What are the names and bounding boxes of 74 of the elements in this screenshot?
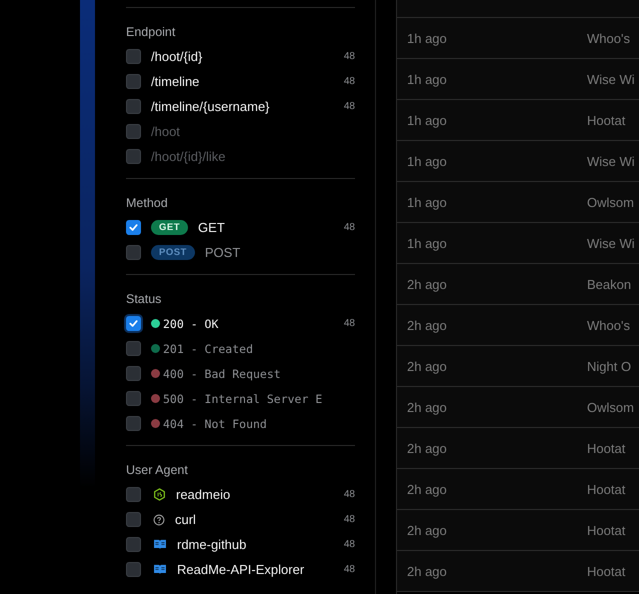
count-label: 48 — [344, 222, 355, 233]
count-label: 48 — [344, 101, 355, 112]
filter-label: readmeio — [176, 487, 232, 502]
table-cell-text: 2h ago — [406, 276, 448, 292]
table-cell-text: 1h ago — [406, 154, 448, 168]
table-cell-text: 2h ago — [406, 400, 448, 414]
table-cell-text: 2h ago — [406, 318, 448, 332]
checkbox[interactable] — [126, 316, 141, 331]
section-title: Endpoint — [126, 24, 176, 41]
count-label: 48 — [344, 514, 355, 525]
count-label: 48 — [344, 76, 355, 87]
help-icon — [153, 514, 165, 526]
hexagon-icon — [153, 488, 166, 501]
table-cell: Whoo's — [587, 318, 630, 332]
section-title: User Agent — [126, 462, 189, 479]
table-cell-text: 1h ago — [406, 194, 448, 210]
filter-label: GET — [198, 220, 226, 235]
filter-label: /hoot/{id}/like — [151, 149, 226, 164]
filter-label: ReadMe-API-Explorer — [177, 562, 306, 577]
filter-label: 400 - Bad Request — [163, 366, 282, 380]
filter-label: /hoot/{id} — [151, 49, 204, 64]
table-cell: Hootat — [587, 112, 626, 128]
check-icon — [128, 222, 139, 233]
check-icon — [128, 318, 139, 329]
checkbox[interactable] — [126, 49, 141, 64]
checkbox[interactable] — [126, 562, 141, 577]
checkbox[interactable] — [126, 220, 141, 235]
table-cell-text: 2h ago — [406, 522, 448, 538]
filter-label: /timeline/{username} — [151, 99, 271, 114]
table-cell-text: 2h ago — [406, 358, 448, 374]
table-cell: Owlsom — [587, 400, 634, 414]
table-cell: Hootat — [587, 440, 626, 456]
count-label: 48 — [344, 539, 355, 550]
table-cell: Whoo's — [587, 30, 630, 46]
checkbox[interactable] — [126, 74, 141, 89]
table-cell: Beakon — [587, 276, 632, 292]
filter-label: /hoot — [151, 124, 181, 139]
table-cell: Owlsom — [587, 194, 634, 210]
filter-label: 201 - Created — [163, 342, 254, 356]
method-badge: GET — [151, 220, 188, 235]
count-label: 48 — [344, 489, 355, 500]
table-cell-text: 1h ago — [406, 112, 448, 128]
book-icon — [153, 564, 167, 575]
table-cell-text: 1h ago — [406, 236, 448, 250]
table-cell-text: 2h ago — [406, 440, 448, 456]
count-label: 48 — [344, 51, 355, 62]
filter-label: rdme-github — [177, 537, 248, 552]
section-title: Status — [126, 291, 162, 308]
table-cell: Night O — [587, 358, 632, 374]
table-cell-text: 2h ago — [406, 482, 448, 496]
table-cell: Hootat — [587, 564, 626, 578]
table-cell: Hootat — [587, 482, 626, 496]
filter-label: curl — [175, 512, 197, 527]
method-badge: POST — [151, 245, 195, 260]
book-icon — [153, 539, 167, 550]
section-title: Method — [126, 195, 169, 212]
filter-label: 200 - OK — [163, 316, 220, 330]
checkbox[interactable] — [126, 512, 141, 527]
table-cell: Wise Wi — [587, 154, 635, 168]
checkbox[interactable] — [126, 487, 141, 502]
checkbox[interactable] — [126, 537, 141, 552]
filter-label: 500 - Internal Server E — [163, 392, 324, 406]
checkbox[interactable] — [126, 99, 141, 114]
filter-label: POST — [204, 245, 242, 260]
count-label: 48 — [344, 318, 355, 329]
table-cell: Wise Wi — [587, 236, 635, 250]
table-cell-text: 1h ago — [406, 30, 448, 46]
count-label: 48 — [344, 564, 355, 575]
table-cell: Hootat — [587, 522, 626, 538]
filter-label: /timeline — [151, 74, 200, 89]
table-cell-text: 2h ago — [406, 564, 448, 578]
table-cell-text: 1h ago — [406, 72, 448, 86]
filter-label: 404 - Not Found — [163, 416, 268, 430]
table-cell: Wise Wi — [587, 72, 635, 86]
